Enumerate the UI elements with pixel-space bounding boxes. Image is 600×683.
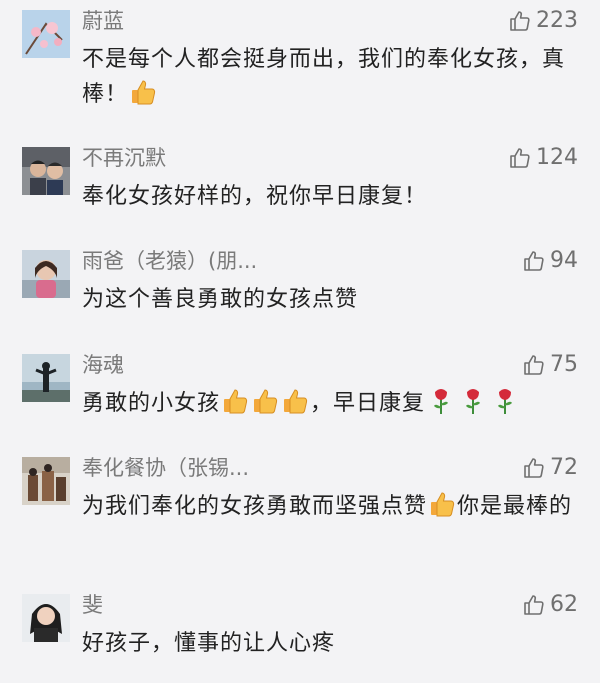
comment-text-part: ，早日康复 <box>310 391 426 416</box>
comment-text: 好孩子，懂事的让人心疼 <box>82 626 582 661</box>
username[interactable]: 斐 <box>82 590 103 620</box>
comment-text-part: 为我们奉化的女孩勇敢而坚强点赞 <box>82 494 428 519</box>
comment-text-part: 为这个善良勇敢的女孩点赞 <box>82 287 359 312</box>
thumbs-up-icon <box>524 458 544 478</box>
like-count: 75 <box>550 352 578 377</box>
comment-text-part: 奉化女孩好样的，祝你早日康复！ <box>82 184 428 209</box>
avatar[interactable] <box>22 354 70 402</box>
thumbs-up-emoji-icon <box>281 387 309 426</box>
username[interactable]: 蔚蓝 <box>82 6 124 36</box>
like-count: 94 <box>550 248 578 273</box>
avatar[interactable] <box>22 594 70 642</box>
rose-emoji-icon <box>431 387 451 426</box>
like-button[interactable]: 223 <box>508 6 578 36</box>
comment-text-part: 好孩子，懂事的让人心疼 <box>82 631 336 656</box>
comment-text: 为这个善良勇敢的女孩点赞 <box>82 282 582 317</box>
like-count: 223 <box>536 8 578 33</box>
avatar[interactable] <box>22 10 70 58</box>
like-count: 62 <box>550 592 578 617</box>
avatar[interactable] <box>22 457 70 505</box>
thumbs-up-emoji-icon <box>251 387 279 426</box>
comment-text-part: 勇敢的小女孩 <box>82 391 221 416</box>
avatar[interactable] <box>22 250 70 298</box>
comment-text: 勇敢的小女孩 ，早日康复 <box>82 386 582 426</box>
like-button[interactable]: 62 <box>522 590 578 620</box>
rose-emoji-icon <box>495 387 515 426</box>
comment-text: 为我们奉化的女孩勇敢而坚强点赞 你是最棒的 <box>82 489 582 529</box>
comment-text: 奉化女孩好样的，祝你早日康复！ <box>82 179 582 214</box>
thumbs-up-emoji-icon <box>221 387 249 426</box>
username[interactable]: 海魂 <box>82 350 124 380</box>
thumbs-up-emoji-icon <box>428 490 456 529</box>
avatar[interactable] <box>22 147 70 195</box>
like-button[interactable]: 94 <box>522 246 578 276</box>
thumbs-up-emoji-icon <box>129 78 157 117</box>
like-button[interactable]: 124 <box>508 143 578 173</box>
thumbs-up-icon <box>524 251 544 271</box>
thumbs-up-icon <box>524 595 544 615</box>
username[interactable]: 不再沉默 <box>82 143 166 173</box>
like-count: 124 <box>536 145 578 170</box>
thumbs-up-icon <box>510 11 530 31</box>
username[interactable]: 奉化餐协（张锡... <box>82 453 249 483</box>
comment-list: 蔚蓝 223 不是每个人都会挺身而出，我们的奉化女孩，真棒！ 不再沉默 124 … <box>0 0 600 683</box>
comment-text-part: 你是最棒的 <box>457 494 573 519</box>
comment-text: 不是每个人都会挺身而出，我们的奉化女孩，真棒！ <box>82 42 582 117</box>
thumbs-up-icon <box>524 355 544 375</box>
like-button[interactable]: 72 <box>522 453 578 483</box>
rose-emoji-icon <box>463 387 483 426</box>
username[interactable]: 雨爸（老猿）(朋... <box>82 246 257 276</box>
thumbs-up-icon <box>510 148 530 168</box>
like-count: 72 <box>550 455 578 480</box>
like-button[interactable]: 75 <box>522 350 578 380</box>
